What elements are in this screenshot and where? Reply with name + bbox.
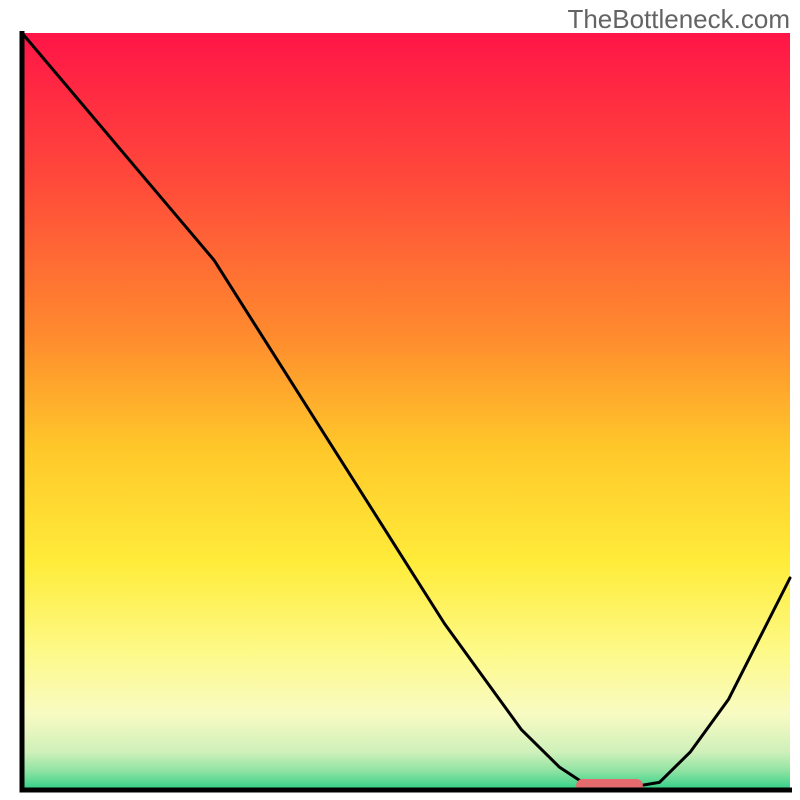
chart-canvas: TheBottleneck.com bbox=[0, 0, 800, 800]
watermark-text: TheBottleneck.com bbox=[567, 4, 790, 35]
chart-svg bbox=[0, 0, 800, 800]
plot-background bbox=[22, 33, 790, 790]
